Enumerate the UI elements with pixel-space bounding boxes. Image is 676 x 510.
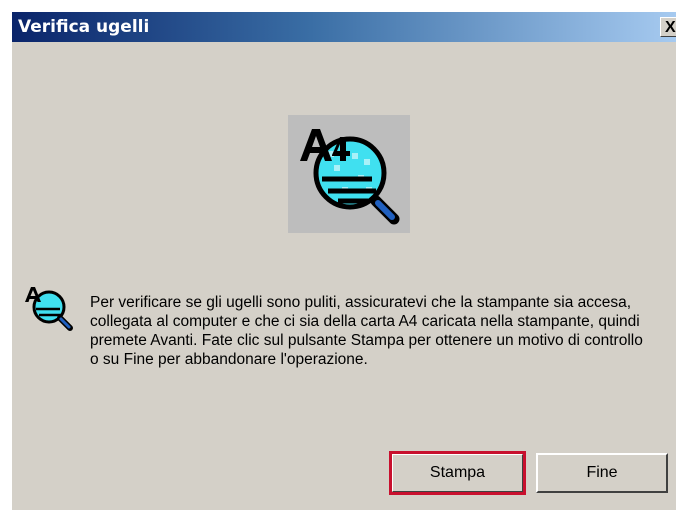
finish-button[interactable]: Fine [536, 453, 668, 493]
window-title: Verifica ugelli [18, 17, 150, 37]
nozzle-check-dialog: Verifica ugelli X Per verificare se gli … [12, 12, 676, 510]
nozzle-check-illustration [288, 115, 410, 233]
nozzle-check-magnifier-icon [300, 129, 400, 225]
nozzle-check-magnifier-icon [25, 287, 73, 331]
print-button[interactable]: Stampa [391, 453, 524, 493]
close-button[interactable]: X [660, 17, 676, 37]
title-bar[interactable]: Verifica ugelli X [12, 12, 676, 42]
instruction-text: Per verificare se gli ugelli sono puliti… [90, 294, 643, 368]
close-icon: X [665, 19, 676, 36]
message-icon [22, 282, 76, 334]
